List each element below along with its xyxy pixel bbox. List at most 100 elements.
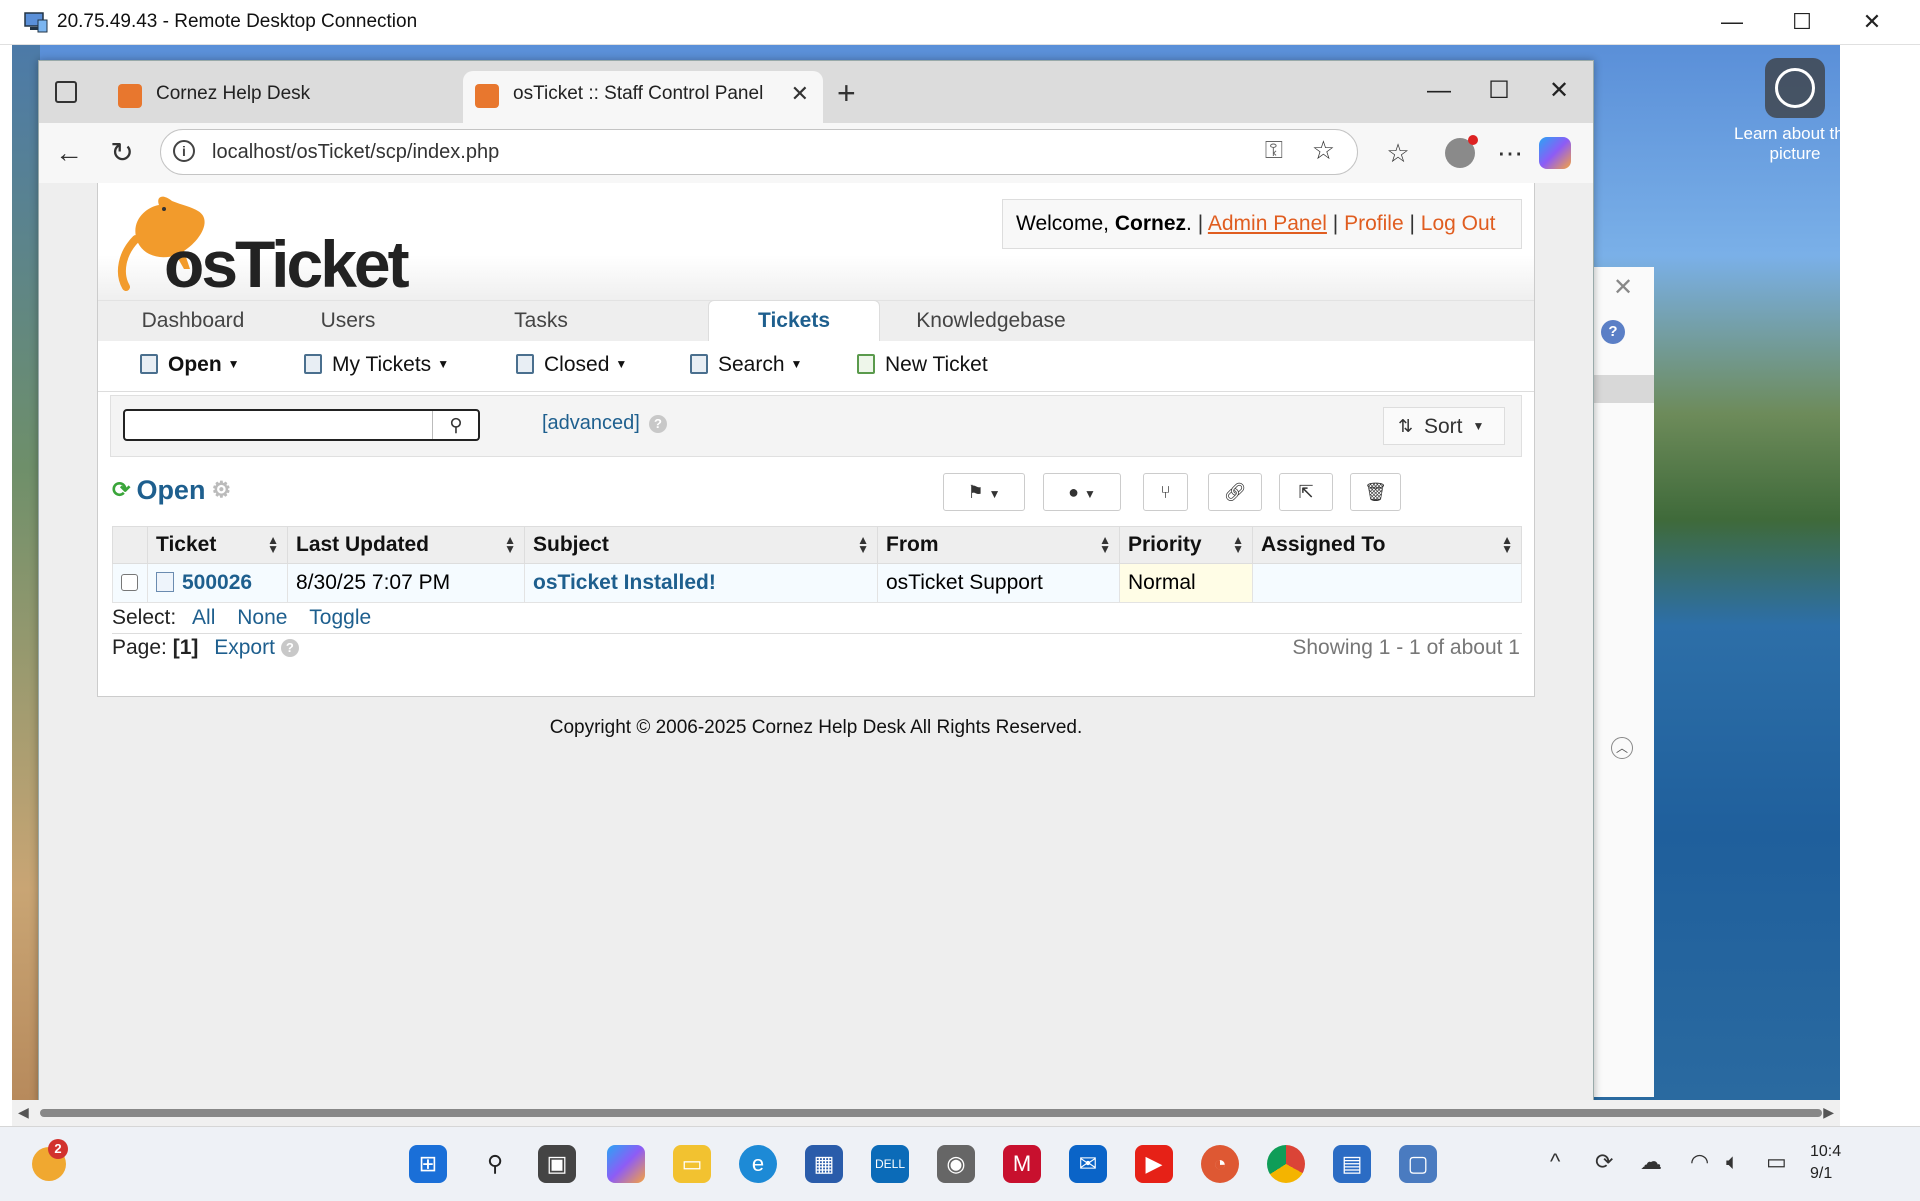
subnav-closed[interactable]: Closed ▼: [516, 353, 627, 377]
select-none-link[interactable]: None: [237, 606, 287, 629]
osticket-logo[interactable]: osTicket: [112, 189, 412, 293]
transfer-button[interactable]: ⇱: [1279, 473, 1333, 511]
favorites-icon[interactable]: ☆: [1378, 133, 1418, 173]
store-icon[interactable]: ▦: [805, 1145, 843, 1183]
ticket-search-input[interactable]: ⚲: [123, 409, 480, 441]
browser-maximize-button[interactable]: ☐: [1469, 71, 1529, 111]
queue-title-text[interactable]: Open: [136, 475, 205, 505]
selection-controls: Select: All None Toggle: [112, 603, 1522, 634]
address-bar[interactable]: i localhost/osTicket/scp/index.php ⚿ ☆: [160, 129, 1358, 175]
scroll-left-icon[interactable]: ◀: [18, 1104, 29, 1121]
ticket-number-link[interactable]: 500026: [182, 571, 252, 594]
export-link[interactable]: Export: [214, 636, 275, 659]
subnav-open[interactable]: Open ▼: [140, 353, 240, 377]
scroll-right-icon[interactable]: ▶: [1823, 1104, 1834, 1121]
search-icon[interactable]: ⚲: [476, 1145, 514, 1183]
column-header-assigned-to[interactable]: Assigned To ▲ ▼: [1252, 526, 1522, 564]
delete-button[interactable]: 🗑︎: [1350, 473, 1401, 511]
notepad-icon[interactable]: ▤: [1333, 1145, 1371, 1183]
ticket-subject-link[interactable]: osTicket Installed!: [533, 571, 716, 594]
tab-tickets[interactable]: Tickets: [708, 300, 880, 341]
help-icon[interactable]: ?: [280, 639, 299, 657]
help-icon[interactable]: ?: [1601, 320, 1625, 344]
browser-minimize-button[interactable]: —: [1409, 71, 1469, 111]
sort-button[interactable]: ⇅ Sort ▼: [1383, 407, 1505, 445]
chevron-up-icon[interactable]: ︿: [1611, 737, 1633, 759]
edge-icon[interactable]: e: [739, 1145, 777, 1183]
sync-icon[interactable]: ⟳: [1595, 1149, 1613, 1175]
refresh-icon[interactable]: ⟳: [112, 477, 130, 502]
url-text[interactable]: localhost/osTicket/scp/index.php: [212, 141, 499, 164]
link-button[interactable]: 🔗︎: [1208, 473, 1262, 511]
profile-link[interactable]: Profile: [1344, 212, 1404, 235]
flag-button[interactable]: ⚑ ▼: [943, 473, 1025, 511]
rdp-close-button[interactable]: ✕: [1838, 4, 1906, 40]
column-header-priority[interactable]: Priority ▲ ▼: [1119, 526, 1253, 564]
tab-cornez-help-desk[interactable]: Cornez Help Desk ✕: [106, 71, 496, 123]
password-key-icon[interactable]: ⚿: [1265, 137, 1283, 165]
tab-dashboard[interactable]: Dashboard: [128, 301, 258, 341]
profile-avatar-icon[interactable]: [1445, 135, 1478, 168]
caret-down-icon: ▼: [615, 357, 628, 371]
wifi-icon[interactable]: ◠: [1690, 1149, 1709, 1175]
favorite-star-icon[interactable]: ☆: [1312, 135, 1335, 166]
battery-icon[interactable]: ▭: [1766, 1149, 1787, 1175]
tab-actions-icon[interactable]: [55, 81, 77, 103]
help-icon[interactable]: ?: [649, 415, 667, 433]
subnav-new-ticket[interactable]: New Ticket: [857, 353, 988, 377]
column-header-last-updated[interactable]: Last Updated ▲ ▼: [287, 526, 525, 564]
new-tab-button[interactable]: +: [837, 75, 856, 112]
copilot-icon[interactable]: [607, 1145, 645, 1183]
dell-icon[interactable]: DELL: [871, 1145, 909, 1183]
copilot-icon[interactable]: [1539, 137, 1571, 169]
tab-users[interactable]: Users: [288, 301, 408, 341]
scrollbar-thumb[interactable]: [40, 1109, 1822, 1117]
mcafee-icon[interactable]: M: [1003, 1145, 1041, 1183]
close-icon[interactable]: ✕: [1613, 273, 1633, 302]
select-all-link[interactable]: All: [192, 606, 215, 629]
assign-button[interactable]: ● ▼: [1043, 473, 1121, 511]
cloud-icon[interactable]: ☁: [1640, 1149, 1662, 1175]
outlook-icon[interactable]: ✉: [1069, 1145, 1107, 1183]
logout-link[interactable]: Log Out: [1421, 212, 1496, 235]
main-nav: Dashboard Users Tasks Tickets Knowledgeb…: [98, 300, 1534, 342]
windows-start-icon[interactable]: ⊞: [409, 1145, 447, 1183]
learn-about-picture-widget[interactable]: Learn about this picture: [1715, 58, 1840, 164]
more-options-icon[interactable]: ⋯: [1490, 133, 1530, 173]
file-explorer-icon[interactable]: ▭: [673, 1145, 711, 1183]
gear-icon[interactable]: ⚙: [211, 477, 231, 502]
clock[interactable]: 10:4 9/1: [1810, 1141, 1841, 1185]
row-select-cell: [112, 563, 148, 603]
tab-staff-control-panel[interactable]: osTicket :: Staff Control Panel ✕: [463, 71, 823, 123]
row-checkbox[interactable]: [121, 574, 138, 591]
tab-knowledgebase[interactable]: Knowledgebase: [906, 301, 1076, 341]
youtube-icon[interactable]: ▶: [1135, 1145, 1173, 1183]
chrome-icon[interactable]: [1267, 1145, 1305, 1183]
back-icon[interactable]: ←: [49, 133, 89, 173]
merge-button[interactable]: ⑂: [1143, 473, 1188, 511]
admin-panel-link[interactable]: Admin Panel: [1208, 212, 1327, 235]
volume-icon[interactable]: 🔈︎: [1726, 1149, 1739, 1175]
column-header-from[interactable]: From ▲ ▼: [877, 526, 1120, 564]
camera-icon[interactable]: ◉: [937, 1145, 975, 1183]
subnav-my-tickets[interactable]: My Tickets ▼: [304, 353, 449, 377]
subnav-search[interactable]: Search ▼: [690, 353, 802, 377]
site-info-icon[interactable]: i: [173, 140, 195, 162]
refresh-icon[interactable]: ↻: [102, 133, 142, 173]
horizontal-scrollbar[interactable]: ◀ ▶: [12, 1100, 1840, 1126]
browser-close-button[interactable]: ✕: [1529, 71, 1589, 111]
chevron-up-icon[interactable]: ^: [1550, 1149, 1560, 1175]
rdp-minimize-button[interactable]: —: [1698, 4, 1766, 40]
task-view-icon[interactable]: ▣: [538, 1145, 576, 1183]
tab-tasks[interactable]: Tasks: [481, 301, 601, 341]
column-header-subject[interactable]: Subject ▲ ▼: [524, 526, 878, 564]
select-toggle-link[interactable]: Toggle: [309, 606, 371, 629]
search-icon[interactable]: ⚲: [432, 411, 479, 439]
tab-close-icon[interactable]: ✕: [791, 71, 809, 117]
column-header-ticket[interactable]: Ticket ▲ ▼: [147, 526, 288, 564]
subnav-label: Search: [718, 353, 785, 376]
duckduckgo-icon[interactable]: ◔: [1201, 1145, 1239, 1183]
rdp-maximize-button[interactable]: ☐: [1768, 4, 1836, 40]
remote-desktop-icon[interactable]: ▢: [1399, 1145, 1437, 1183]
advanced-search-link[interactable]: [advanced]: [542, 412, 640, 435]
